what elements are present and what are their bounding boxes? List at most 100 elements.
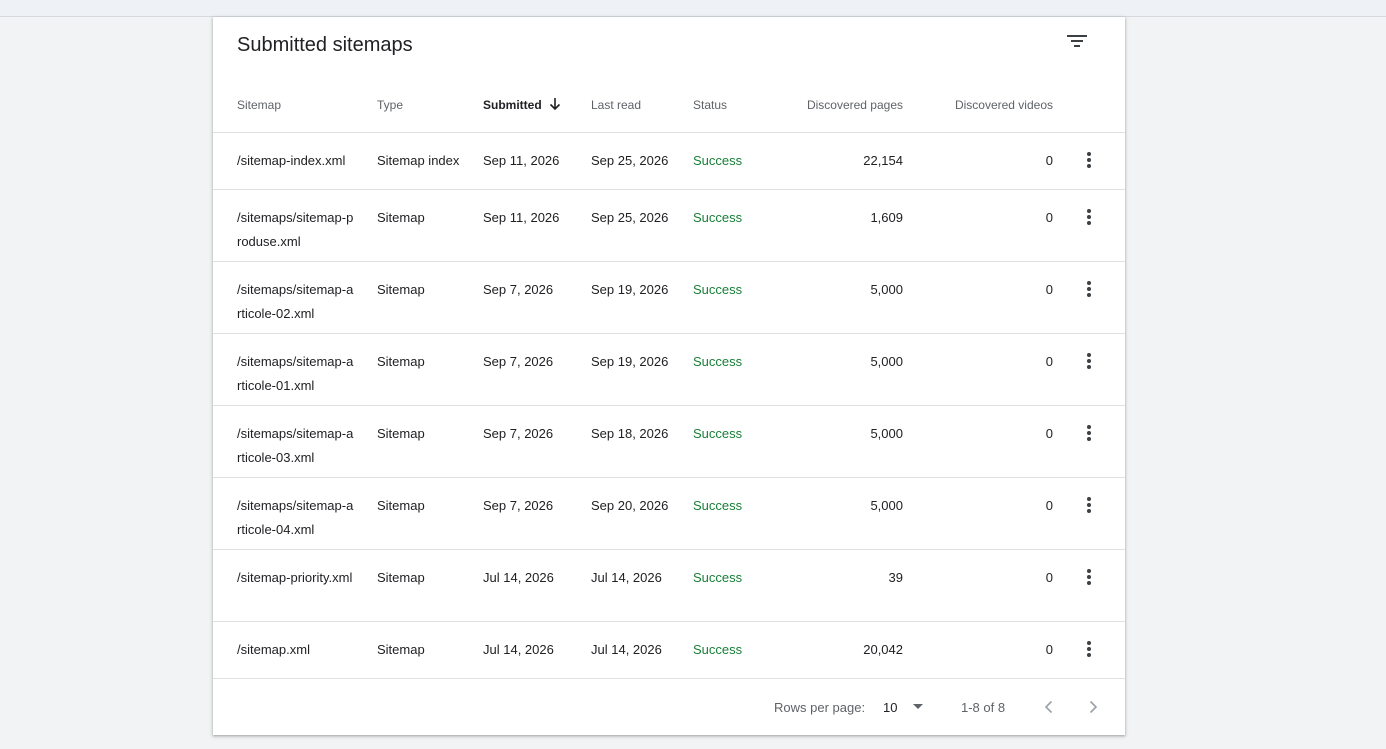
cell-submitted: Sep 7, 2026 — [483, 498, 554, 513]
table-row[interactable]: /sitemap-index.xml Sitemap index Sep 11,… — [213, 133, 1125, 190]
cell-status: Success — [693, 354, 743, 369]
more-vert-icon — [1087, 425, 1091, 441]
cell-discovered-pages: 20,042 — [863, 642, 903, 657]
more-vert-icon — [1087, 209, 1091, 225]
cell-submitted: Sep 11, 2026 — [483, 210, 560, 225]
row-menu-button[interactable] — [1079, 566, 1099, 590]
table-row[interactable]: /sitemaps/sitemap-articole-01.xml Sitema… — [213, 334, 1125, 406]
cell-last-read: Sep 25, 2026 — [591, 153, 669, 168]
cell-discovered-pages: 5,000 — [870, 426, 903, 441]
cell-discovered-pages: 22,154 — [863, 153, 903, 168]
cell-sitemap: /sitemaps/sitemap-articole-03.xml — [237, 426, 354, 465]
cell-sitemap: /sitemaps/sitemap-articole-04.xml — [237, 498, 354, 537]
cell-submitted: Sep 11, 2026 — [483, 153, 560, 168]
cell-last-read: Jul 14, 2026 — [591, 642, 662, 657]
cell-submitted: Sep 7, 2026 — [483, 426, 554, 441]
table-row[interactable]: /sitemaps/sitemap-articole-02.xml Sitema… — [213, 262, 1125, 334]
column-header-discovered-pages[interactable]: Discovered pages — [807, 98, 903, 112]
more-vert-icon — [1087, 353, 1091, 369]
cell-status: Success — [693, 570, 743, 585]
cell-last-read: Jul 14, 2026 — [591, 570, 662, 585]
cell-type: Sitemap — [377, 210, 425, 225]
card-title: Submitted sitemaps — [237, 34, 413, 56]
cell-discovered-videos: 0 — [1045, 498, 1053, 513]
cell-discovered-videos: 0 — [1045, 153, 1053, 168]
cell-sitemap: /sitemaps/sitemap-articole-01.xml — [237, 354, 354, 393]
table-row[interactable]: /sitemap-priority.xml Sitemap Jul 14, 20… — [213, 550, 1125, 622]
pagination-footer: Rows per page: 10 1-8 of 8 — [213, 679, 1125, 735]
column-header-discovered-videos[interactable]: Discovered videos — [955, 98, 1053, 112]
cell-status: Success — [693, 210, 743, 225]
column-header-type[interactable]: Type — [377, 98, 403, 112]
next-page-button[interactable] — [1081, 695, 1105, 719]
sitemaps-card: Submitted sitemaps Sitemap Type Submitte… — [213, 17, 1125, 735]
cell-status: Success — [693, 426, 743, 441]
table-row[interactable]: /sitemaps/sitemap-articole-03.xml Sitema… — [213, 406, 1125, 478]
cell-type: Sitemap — [377, 498, 425, 513]
row-menu-button[interactable] — [1079, 278, 1099, 302]
more-vert-icon — [1087, 569, 1091, 585]
cell-type: Sitemap index — [377, 153, 460, 168]
cell-submitted: Sep 7, 2026 — [483, 354, 554, 369]
cell-discovered-videos: 0 — [1045, 570, 1053, 585]
cell-discovered-pages: 1,609 — [870, 210, 903, 225]
table-row[interactable]: /sitemaps/sitemap-produse.xml Sitemap Se… — [213, 190, 1125, 262]
cell-submitted: Jul 14, 2026 — [483, 642, 554, 657]
cell-sitemap: /sitemap.xml — [237, 642, 310, 657]
cell-type: Sitemap — [377, 642, 425, 657]
cell-sitemap: /sitemap-index.xml — [237, 153, 346, 168]
cell-last-read: Sep 19, 2026 — [591, 354, 669, 369]
column-header-sitemap[interactable]: Sitemap — [237, 98, 281, 112]
arrow-drop-down-icon — [913, 704, 923, 709]
cell-discovered-videos: 0 — [1045, 210, 1053, 225]
cell-discovered-pages: 39 — [888, 570, 903, 585]
previous-page-button[interactable] — [1037, 695, 1061, 719]
cell-discovered-videos: 0 — [1045, 354, 1053, 369]
rows-per-page-select[interactable]: 10 — [875, 695, 931, 719]
cell-last-read: Sep 25, 2026 — [591, 210, 669, 225]
cell-sitemap: /sitemaps/sitemap-articole-02.xml — [237, 282, 354, 321]
table-row[interactable]: /sitemap.xml Sitemap Jul 14, 2026 Jul 14… — [213, 622, 1125, 679]
filter-button[interactable] — [1063, 29, 1091, 53]
cell-last-read: Sep 20, 2026 — [591, 498, 669, 513]
row-menu-button[interactable] — [1079, 494, 1099, 518]
table-row[interactable]: /sitemaps/sitemap-articole-04.xml Sitema… — [213, 478, 1125, 550]
arrow-downward-icon — [549, 98, 560, 111]
row-menu-button[interactable] — [1079, 638, 1099, 662]
cell-discovered-videos: 0 — [1045, 642, 1053, 657]
cell-type: Sitemap — [377, 570, 425, 585]
chevron-right-icon — [1089, 700, 1098, 714]
cell-status: Success — [693, 282, 743, 297]
cell-status: Success — [693, 642, 743, 657]
table-header: Sitemap Type Submitted Last read Status … — [213, 77, 1125, 133]
cell-sitemap: /sitemaps/sitemap-produse.xml — [237, 210, 354, 249]
cell-discovered-pages: 5,000 — [870, 282, 903, 297]
chevron-left-icon — [1044, 700, 1053, 714]
cell-discovered-videos: 0 — [1045, 282, 1053, 297]
top-bar-edge — [0, 0, 1386, 17]
row-menu-button[interactable] — [1079, 350, 1099, 374]
cell-status: Success — [693, 498, 743, 513]
pagination-range: 1-8 of 8 — [961, 700, 1006, 715]
cell-submitted: Jul 14, 2026 — [483, 570, 554, 585]
cell-submitted: Sep 7, 2026 — [483, 282, 554, 297]
cell-status: Success — [693, 153, 743, 168]
cell-type: Sitemap — [377, 426, 425, 441]
column-header-submitted[interactable]: Submitted — [483, 98, 562, 112]
more-vert-icon — [1087, 641, 1091, 657]
column-header-last-read[interactable]: Last read — [591, 98, 641, 112]
more-vert-icon — [1087, 497, 1091, 513]
cell-discovered-pages: 5,000 — [870, 498, 903, 513]
row-menu-button[interactable] — [1079, 149, 1099, 173]
row-menu-button[interactable] — [1079, 422, 1099, 446]
cell-sitemap: /sitemap-priority.xml — [237, 570, 353, 585]
filter-list-icon — [1067, 35, 1087, 47]
cell-discovered-videos: 0 — [1045, 426, 1053, 441]
rows-per-page-label: Rows per page: — [774, 700, 866, 715]
row-menu-button[interactable] — [1079, 206, 1099, 230]
rows-per-page-value: 10 — [883, 700, 898, 715]
cell-discovered-pages: 5,000 — [870, 354, 903, 369]
more-vert-icon — [1087, 152, 1091, 168]
cell-type: Sitemap — [377, 282, 425, 297]
column-header-status[interactable]: Status — [693, 98, 727, 112]
